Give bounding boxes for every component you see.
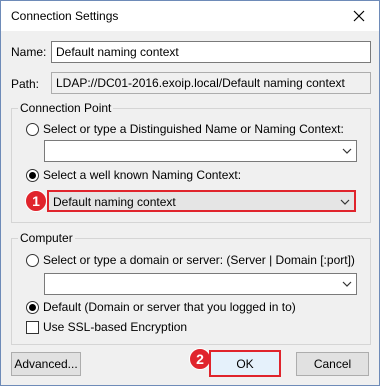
name-label: Name: [11,45,47,59]
radio-distinguished-name-label: Select or type a Distinguished Name or N… [43,122,344,136]
connection-point-title: Connection Point [18,101,114,115]
radio-well-known-context[interactable] [26,169,39,182]
close-button[interactable] [339,1,379,31]
chevron-down-icon[interactable] [338,274,356,294]
ok-button[interactable]: OK [209,350,281,377]
well-known-context-combo-value: Default naming context [53,195,176,209]
radio-default-domain-label: Default (Domain or server that you logge… [43,300,296,314]
name-input[interactable]: Default naming context [51,41,371,63]
step-badge-2: 2 [189,348,211,370]
chevron-down-icon[interactable] [338,141,356,161]
title-bar: Connection Settings [1,1,379,31]
path-label: Path: [11,77,40,91]
step-badge-1: 1 [25,190,47,212]
computer-title: Computer [18,231,75,245]
radio-default-domain[interactable] [26,301,39,314]
domain-server-combo[interactable] [44,273,357,295]
advanced-button[interactable]: Advanced... [11,352,81,376]
ssl-checkbox[interactable] [26,321,39,334]
path-field: LDAP://DC01-2016.exoip.local/Default nam… [51,72,371,94]
connection-settings-dialog: Connection Settings Name: Default naming… [0,0,380,386]
well-known-context-combo[interactable]: Default naming context [47,190,356,212]
distinguished-name-combo[interactable] [44,140,357,162]
window-title: Connection Settings [11,9,119,23]
cancel-button[interactable]: Cancel [296,352,369,376]
close-icon [353,10,365,22]
radio-domain-server-label: Select or type a domain or server: (Serv… [43,253,355,267]
chevron-down-icon[interactable] [336,192,354,212]
ssl-checkbox-label: Use SSL-based Encryption [43,320,188,334]
radio-domain-server[interactable] [26,254,39,267]
radio-well-known-context-label: Select a well known Naming Context: [43,168,242,182]
radio-distinguished-name[interactable] [26,123,39,136]
